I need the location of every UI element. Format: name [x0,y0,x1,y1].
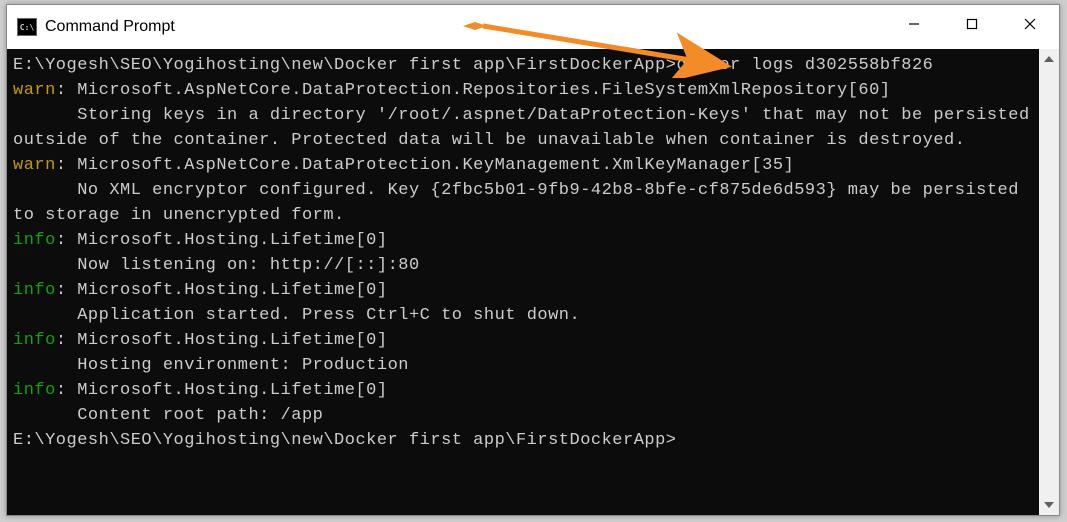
chevron-down-icon [1044,502,1054,508]
log-info-segment: info [13,331,56,350]
terminal-line: E:\Yogesh\SEO\Yogihosting\new\Docker fir… [13,53,1033,78]
log-text-segment: : Microsoft.Hosting.Lifetime[0] [56,281,388,300]
log-text-segment: No XML encryptor configured. Key {2fbc5b… [13,181,1030,225]
log-info-segment: info [13,281,56,300]
terminal-line: Hosting environment: Production [13,353,1033,378]
terminal-line: Storing keys in a directory '/root/.aspn… [13,103,1033,153]
terminal-output[interactable]: E:\Yogesh\SEO\Yogihosting\new\Docker fir… [7,49,1039,515]
terminal-line: E:\Yogesh\SEO\Yogihosting\new\Docker fir… [13,428,1033,453]
minimize-icon [907,17,921,31]
terminal-line: No XML encryptor configured. Key {2fbc5b… [13,178,1033,228]
terminal-line: warn: Microsoft.AspNetCore.DataProtectio… [13,78,1033,103]
log-prompt-segment: E:\Yogesh\SEO\Yogihosting\new\Docker fir… [13,431,677,450]
app-icon-text: C:\ [20,23,34,32]
log-text-segment: : Microsoft.AspNetCore.DataProtection.Ke… [56,156,794,175]
terminal-line: Content root path: /app [13,403,1033,428]
terminal-line: info: Microsoft.Hosting.Lifetime[0] [13,328,1033,353]
log-text-segment: : Microsoft.AspNetCore.DataProtection.Re… [56,81,891,100]
log-prompt-segment: E:\Yogesh\SEO\Yogihosting\new\Docker fir… [13,56,677,75]
log-text-segment: Content root path: /app [13,406,323,425]
log-text-segment: : Microsoft.Hosting.Lifetime[0] [56,231,388,250]
close-icon [1023,17,1037,31]
terminal-line: info: Microsoft.Hosting.Lifetime[0] [13,278,1033,303]
window-controls [885,5,1059,43]
terminal-line: Application started. Press Ctrl+C to shu… [13,303,1033,328]
log-text-segment: Hosting environment: Production [13,356,409,375]
chevron-up-icon [1044,56,1054,62]
log-text-segment: Now listening on: http://[::]:80 [13,256,420,275]
log-info-segment: info [13,381,56,400]
terminal-line: Now listening on: http://[::]:80 [13,253,1033,278]
log-text-segment: : Microsoft.Hosting.Lifetime[0] [56,381,388,400]
close-button[interactable] [1001,5,1059,43]
log-text-segment: docker logs d302558bf826 [677,56,934,75]
maximize-button[interactable] [943,5,1001,43]
log-warn-segment: warn [13,81,56,100]
log-info-segment: info [13,231,56,250]
scroll-down-button[interactable] [1039,495,1059,515]
log-text-segment: Storing keys in a directory '/root/.aspn… [13,106,1040,150]
window-title: Command Prompt [45,18,175,36]
log-text-segment: : Microsoft.Hosting.Lifetime[0] [56,331,388,350]
terminal-line: warn: Microsoft.AspNetCore.DataProtectio… [13,153,1033,178]
minimize-button[interactable] [885,5,943,43]
terminal-line: info: Microsoft.Hosting.Lifetime[0] [13,228,1033,253]
terminal-area[interactable]: E:\Yogesh\SEO\Yogihosting\new\Docker fir… [7,49,1059,515]
app-icon: C:\ [17,18,37,36]
scroll-up-button[interactable] [1039,49,1059,69]
vertical-scrollbar[interactable] [1039,49,1059,515]
terminal-line: info: Microsoft.Hosting.Lifetime[0] [13,378,1033,403]
command-prompt-window: C:\ Command Prompt E:\Yogesh\SEO\Yogihos… [6,4,1060,516]
log-warn-segment: warn [13,156,56,175]
maximize-icon [965,17,979,31]
log-text-segment: Application started. Press Ctrl+C to shu… [13,306,580,325]
titlebar[interactable]: C:\ Command Prompt [7,5,1059,49]
